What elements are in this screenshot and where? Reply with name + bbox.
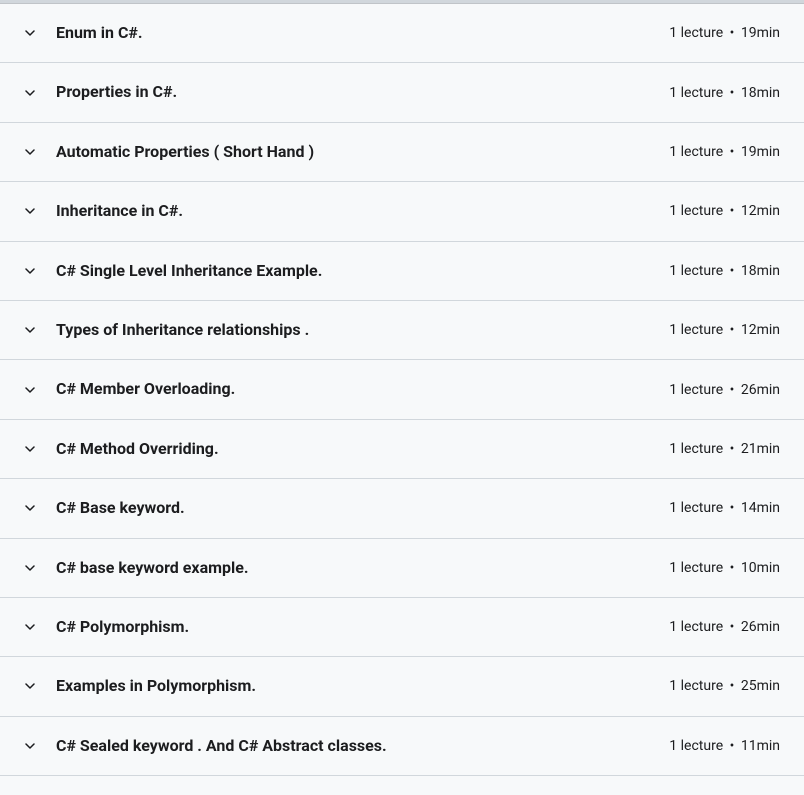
section-row[interactable]: C# Method Overriding. 1 lecture • 21min bbox=[0, 420, 804, 479]
section-row[interactable]: Enum in C#. 1 lecture • 19min bbox=[0, 4, 804, 63]
section-duration: 18min bbox=[741, 85, 780, 101]
chevron-down-icon bbox=[24, 265, 36, 277]
section-lectures: 1 lecture bbox=[669, 678, 723, 694]
section-row[interactable]: Examples in Polymorphism. 1 lecture • 25… bbox=[0, 657, 804, 716]
section-row[interactable]: C# Sealed keyword . And C# Abstract clas… bbox=[0, 717, 804, 776]
section-row[interactable]: C# Single Level Inheritance Example. 1 l… bbox=[0, 242, 804, 301]
section-lectures: 1 lecture bbox=[669, 85, 723, 101]
section-duration: 11min bbox=[741, 738, 780, 754]
section-title: Examples in Polymorphism. bbox=[56, 675, 653, 697]
section-meta: 1 lecture • 18min bbox=[669, 85, 780, 101]
section-duration: 18min bbox=[741, 263, 780, 279]
section-row[interactable]: C# Member Overloading. 1 lecture • 26min bbox=[0, 360, 804, 419]
section-lectures: 1 lecture bbox=[669, 382, 723, 398]
section-row[interactable]: C# base keyword example. 1 lecture • 10m… bbox=[0, 539, 804, 598]
section-lectures: 1 lecture bbox=[669, 441, 723, 457]
dot-separator: • bbox=[730, 619, 735, 635]
section-title: C# Method Overriding. bbox=[56, 438, 653, 460]
section-title: Automatic Properties ( Short Hand ) bbox=[56, 141, 653, 163]
section-duration: 12min bbox=[741, 203, 780, 219]
chevron-down-icon bbox=[24, 384, 36, 396]
section-row[interactable]: Types of Inheritance relationships . 1 l… bbox=[0, 301, 804, 360]
section-title: C# Member Overloading. bbox=[56, 378, 653, 400]
chevron-down-icon bbox=[24, 443, 36, 455]
dot-separator: • bbox=[730, 500, 735, 516]
dot-separator: • bbox=[730, 203, 735, 219]
section-meta: 1 lecture • 18min bbox=[669, 263, 780, 279]
section-duration: 19min bbox=[741, 144, 780, 160]
section-meta: 1 lecture • 25min bbox=[669, 678, 780, 694]
section-title: Inheritance in C#. bbox=[56, 200, 653, 222]
section-duration: 10min bbox=[741, 560, 780, 576]
section-meta: 1 lecture • 19min bbox=[669, 144, 780, 160]
dot-separator: • bbox=[730, 441, 735, 457]
section-lectures: 1 lecture bbox=[669, 263, 723, 279]
section-duration: 19min bbox=[741, 25, 780, 41]
section-meta: 1 lecture • 10min bbox=[669, 560, 780, 576]
chevron-down-icon bbox=[24, 621, 36, 633]
dot-separator: • bbox=[730, 144, 735, 160]
section-row[interactable]: C# Base keyword. 1 lecture • 14min bbox=[0, 479, 804, 538]
section-meta: 1 lecture • 19min bbox=[669, 25, 780, 41]
section-meta: 1 lecture • 12min bbox=[669, 322, 780, 338]
dot-separator: • bbox=[730, 322, 735, 338]
section-meta: 1 lecture • 26min bbox=[669, 382, 780, 398]
section-row[interactable]: C# Polymorphism. 1 lecture • 26min bbox=[0, 598, 804, 657]
section-title: Enum in C#. bbox=[56, 22, 653, 44]
dot-separator: • bbox=[730, 382, 735, 398]
section-lectures: 1 lecture bbox=[669, 144, 723, 160]
chevron-down-icon bbox=[24, 680, 36, 692]
dot-separator: • bbox=[730, 560, 735, 576]
section-lectures: 1 lecture bbox=[669, 738, 723, 754]
section-duration: 26min bbox=[741, 382, 780, 398]
chevron-down-icon bbox=[24, 146, 36, 158]
section-title: C# Single Level Inheritance Example. bbox=[56, 260, 653, 282]
section-lectures: 1 lecture bbox=[669, 25, 723, 41]
chevron-down-icon bbox=[24, 87, 36, 99]
section-meta: 1 lecture • 12min bbox=[669, 203, 780, 219]
section-row[interactable]: Inheritance in C#. 1 lecture • 12min bbox=[0, 182, 804, 241]
dot-separator: • bbox=[730, 738, 735, 754]
course-section-list: Enum in C#. 1 lecture • 19min Properties… bbox=[0, 4, 804, 776]
section-meta: 1 lecture • 14min bbox=[669, 500, 780, 516]
dot-separator: • bbox=[730, 678, 735, 694]
section-row[interactable]: Properties in C#. 1 lecture • 18min bbox=[0, 63, 804, 122]
section-title: Types of Inheritance relationships . bbox=[56, 319, 653, 341]
chevron-down-icon bbox=[24, 205, 36, 217]
chevron-down-icon bbox=[24, 502, 36, 514]
section-lectures: 1 lecture bbox=[669, 203, 723, 219]
section-meta: 1 lecture • 21min bbox=[669, 441, 780, 457]
chevron-down-icon bbox=[24, 562, 36, 574]
section-duration: 12min bbox=[741, 322, 780, 338]
section-duration: 21min bbox=[741, 441, 780, 457]
section-duration: 26min bbox=[741, 619, 780, 635]
section-title: Properties in C#. bbox=[56, 81, 653, 103]
section-title: C# Sealed keyword . And C# Abstract clas… bbox=[56, 735, 653, 757]
section-lectures: 1 lecture bbox=[669, 500, 723, 516]
dot-separator: • bbox=[730, 25, 735, 41]
section-title: C# Base keyword. bbox=[56, 497, 653, 519]
section-lectures: 1 lecture bbox=[669, 322, 723, 338]
section-meta: 1 lecture • 26min bbox=[669, 619, 780, 635]
chevron-down-icon bbox=[24, 27, 36, 39]
section-title: C# Polymorphism. bbox=[56, 616, 653, 638]
chevron-down-icon bbox=[24, 324, 36, 336]
section-duration: 25min bbox=[741, 678, 780, 694]
section-row[interactable]: Automatic Properties ( Short Hand ) 1 le… bbox=[0, 123, 804, 182]
section-title: C# base keyword example. bbox=[56, 557, 653, 579]
section-lectures: 1 lecture bbox=[669, 619, 723, 635]
section-meta: 1 lecture • 11min bbox=[669, 738, 780, 754]
chevron-down-icon bbox=[24, 740, 36, 752]
dot-separator: • bbox=[730, 85, 735, 101]
dot-separator: • bbox=[730, 263, 735, 279]
section-duration: 14min bbox=[741, 500, 780, 516]
section-lectures: 1 lecture bbox=[669, 560, 723, 576]
